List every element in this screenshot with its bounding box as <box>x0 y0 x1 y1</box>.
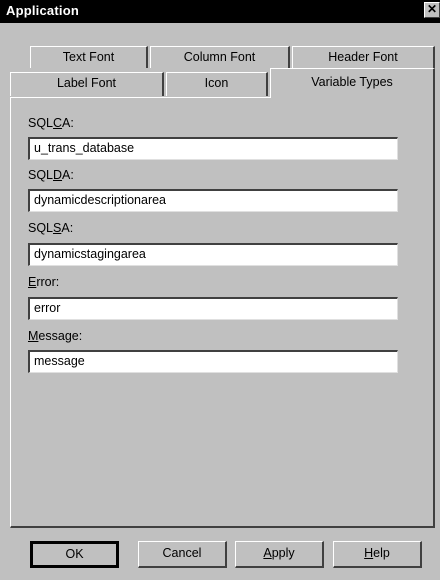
close-button[interactable]: ✕ <box>424 2 440 18</box>
tab-label: Icon <box>204 76 229 90</box>
ok-button[interactable]: OK <box>30 541 119 568</box>
error-field[interactable]: error <box>28 297 398 320</box>
tab-text-font[interactable]: Text Font <box>30 46 148 68</box>
application-dialog: Application ✕ Text Font Column Font Head… <box>0 0 440 580</box>
apply-button[interactable]: Apply <box>235 541 324 568</box>
tab-label-font[interactable]: Label Font <box>10 72 164 96</box>
help-button[interactable]: Help <box>333 541 422 568</box>
close-icon: ✕ <box>426 2 438 16</box>
window-title: Application <box>6 3 79 18</box>
tab-label: Label Font <box>56 76 117 90</box>
message-field[interactable]: message <box>28 350 398 373</box>
tab-label: Header Font <box>328 50 398 64</box>
sqlda-label: SQLDA: <box>28 168 74 182</box>
tab-label: Text Font <box>62 50 115 64</box>
tab-label: Variable Types <box>311 75 393 89</box>
tab-variable-types[interactable]: Variable Types <box>270 68 435 98</box>
tab-header-font[interactable]: Header Font <box>292 46 435 68</box>
tab-icon[interactable]: Icon <box>166 72 268 96</box>
title-bar: Application ✕ <box>0 0 440 23</box>
sqlca-label: SQLCA: <box>28 116 74 130</box>
sqlsa-label: SQLSA: <box>28 221 74 235</box>
cancel-button[interactable]: Cancel <box>138 541 227 568</box>
sqlca-field[interactable]: u_trans_database <box>28 137 398 160</box>
sqlsa-field[interactable]: dynamicstagingarea <box>28 243 398 266</box>
tab-column-font[interactable]: Column Font <box>150 46 290 68</box>
message-label: Message: <box>28 329 83 343</box>
tab-label: Column Font <box>183 50 256 64</box>
error-label: Error: <box>28 275 60 289</box>
sqlda-field[interactable]: dynamicdescriptionarea <box>28 189 398 212</box>
